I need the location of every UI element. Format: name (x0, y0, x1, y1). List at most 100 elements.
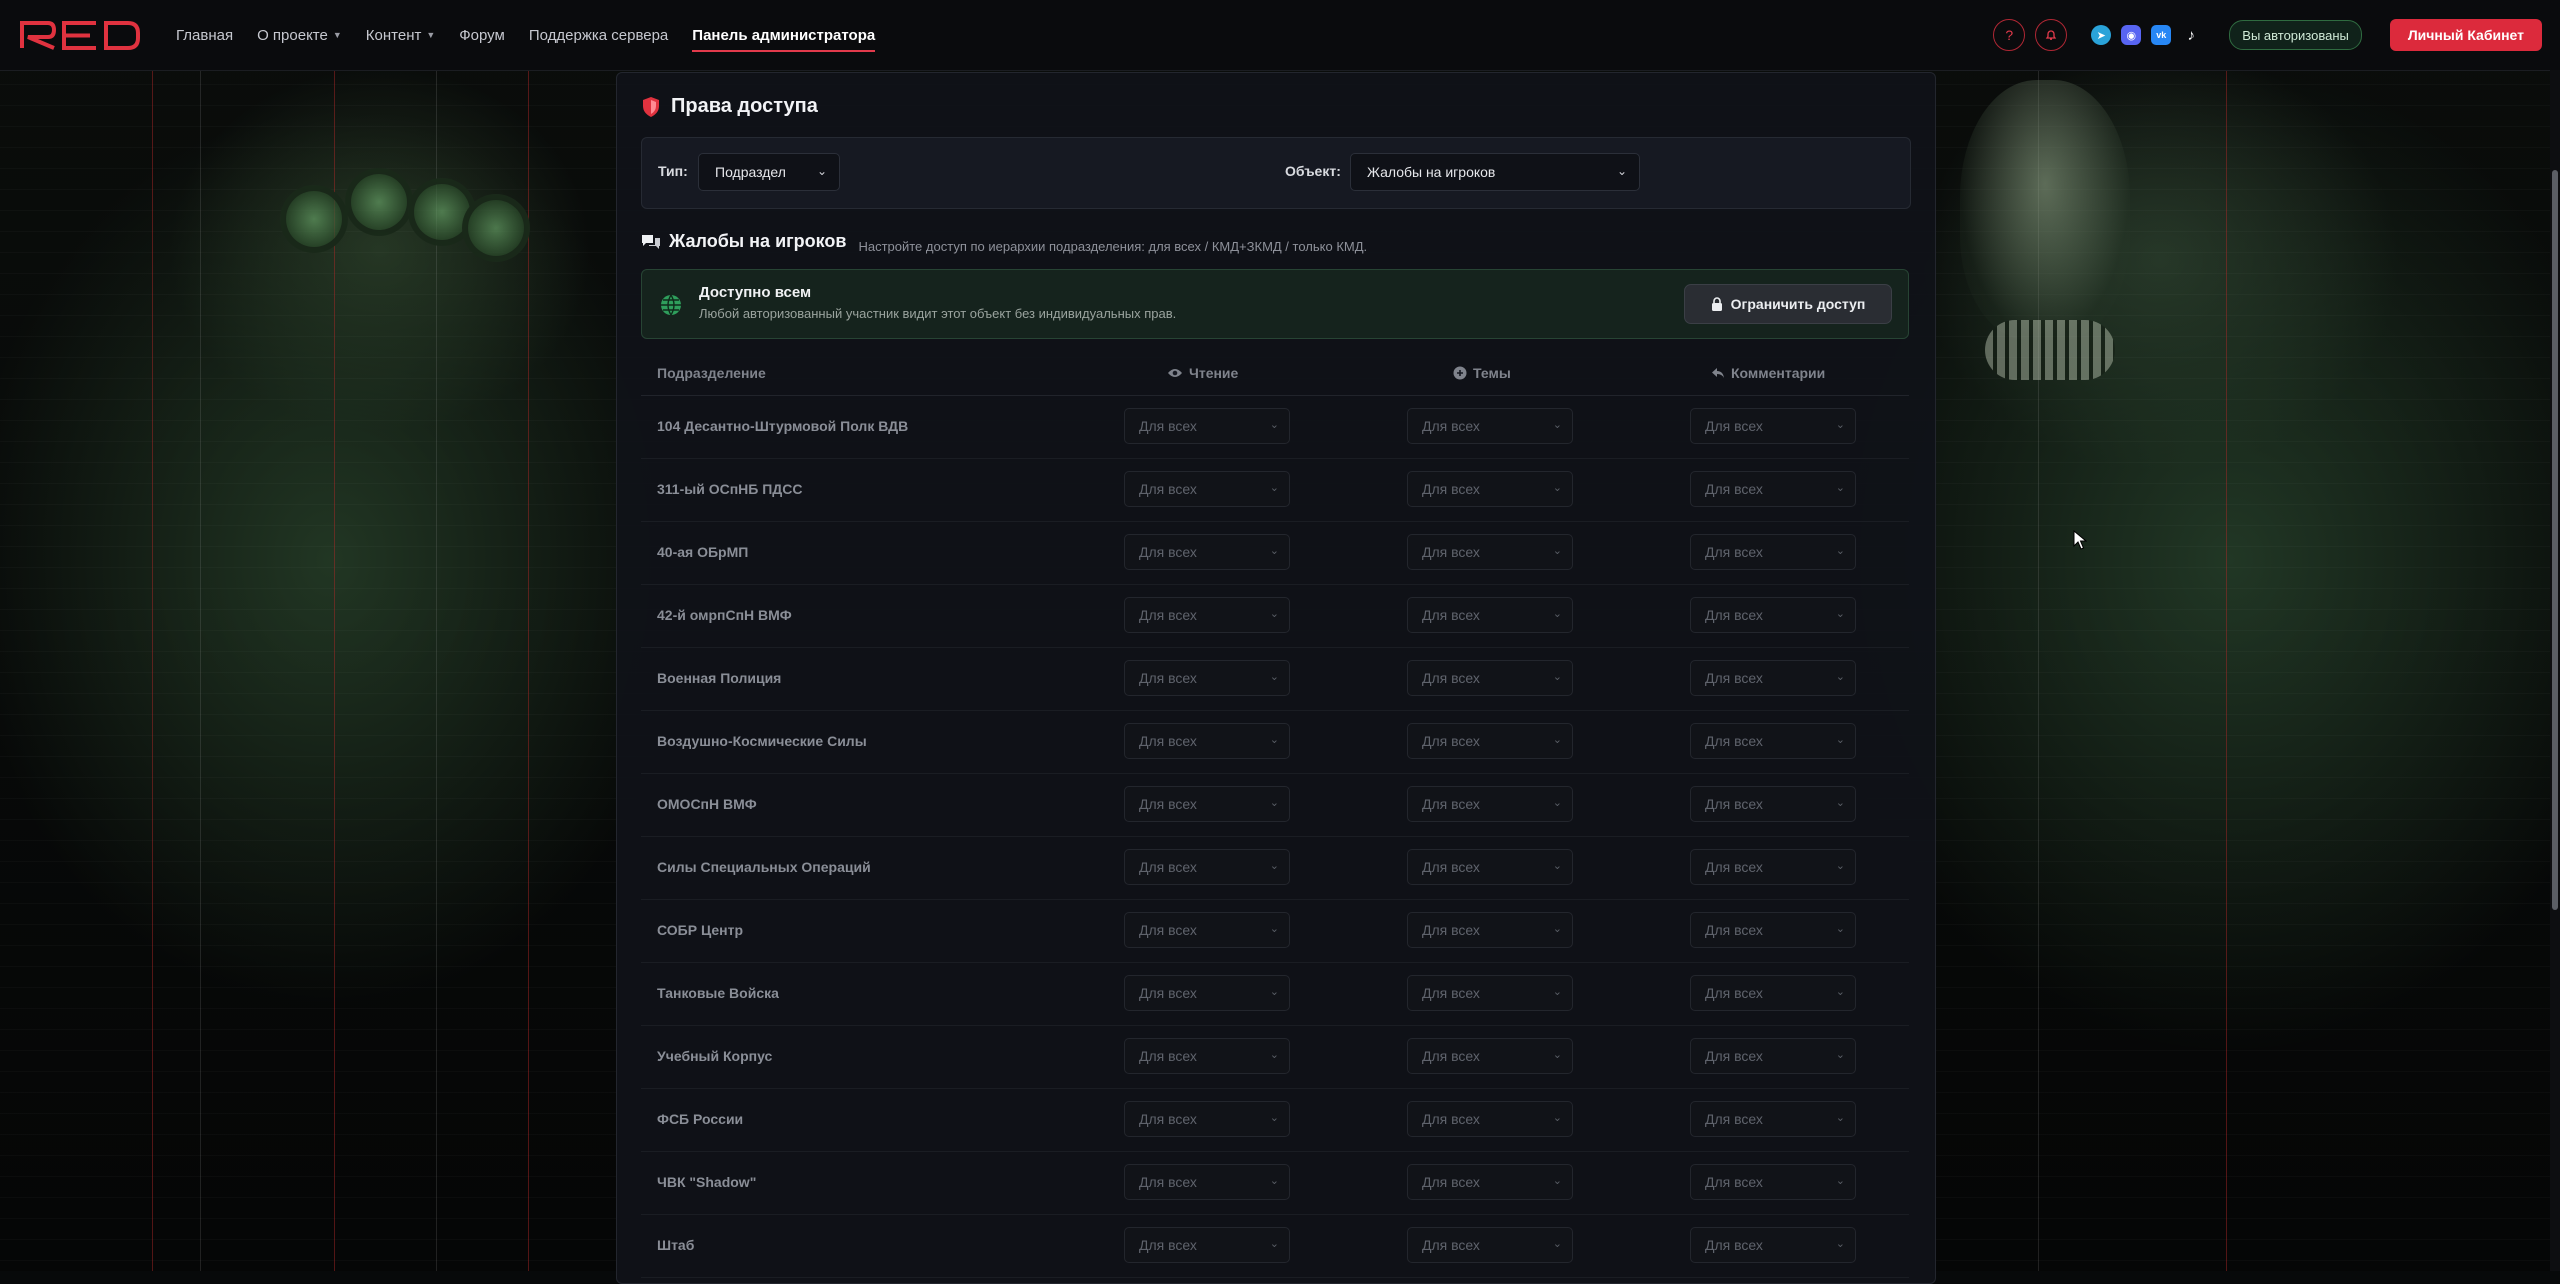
topics-access-select[interactable]: Для всех ⌄ (1407, 660, 1573, 696)
chevron-down-icon: ⌄ (1552, 608, 1562, 620)
globe-icon (661, 294, 681, 316)
page-scrollbar[interactable] (2550, 70, 2560, 1271)
chevron-down-icon: ⌄ (1835, 1049, 1845, 1061)
read-access-select[interactable]: Для всех ⌄ (1124, 597, 1290, 633)
comments-access-select[interactable]: Для всех ⌄ (1690, 1227, 1856, 1263)
bell-icon[interactable] (2035, 19, 2068, 51)
division-name: Воздушно-Космические Силы (657, 733, 867, 749)
select-value: Для всех (1139, 859, 1197, 875)
chevron-down-icon: ⌄ (1269, 608, 1279, 620)
chevron-down-icon: ⌄ (1552, 986, 1562, 998)
chevron-down-icon: ⌄ (1835, 986, 1845, 998)
comments-access-select[interactable]: Для всех ⌄ (1690, 975, 1856, 1011)
topics-access-select[interactable]: Для всех ⌄ (1407, 975, 1573, 1011)
read-access-select[interactable]: Для всех ⌄ (1124, 408, 1290, 444)
division-name: ФСБ России (657, 1111, 744, 1127)
read-access-select[interactable]: Для всех ⌄ (1124, 786, 1290, 822)
comments-access-select[interactable]: Для всех ⌄ (1690, 723, 1856, 759)
read-access-select[interactable]: Для всех ⌄ (1124, 1038, 1290, 1074)
personal-cabinet-button[interactable]: Личный Кабинет (2389, 19, 2542, 51)
table-row: Воздушно-Космические Силы Для всех ⌄ Для вс… (641, 711, 1909, 774)
read-access-select[interactable]: Для всех ⌄ (1124, 723, 1290, 759)
read-access-select[interactable]: Для всех ⌄ (1124, 1164, 1290, 1200)
select-value: Для всех (1139, 922, 1197, 938)
permissions-table: Подразделение Чтение Темы Комментарии 10… (641, 351, 1909, 1278)
type-select[interactable]: Подраздел ⌄ (698, 153, 840, 191)
chevron-down-icon: ⌄ (1269, 986, 1279, 998)
telegram-icon[interactable]: ➤ (2091, 25, 2112, 45)
topics-access-select[interactable]: Для всех ⌄ (1407, 723, 1573, 759)
col-division-label: Подразделение (657, 365, 766, 381)
comments-access-select[interactable]: Для всех ⌄ (1690, 1038, 1856, 1074)
object-select[interactable]: Жалобы на игроков ⌄ (1350, 153, 1640, 191)
tiktok-icon[interactable]: ♪ (2181, 25, 2201, 45)
select-value: Для всех (1139, 418, 1197, 434)
topics-access-select[interactable]: Для всех ⌄ (1407, 849, 1573, 885)
read-access-select[interactable]: Для всех ⌄ (1124, 660, 1290, 696)
caret-down-icon: ▼ (426, 30, 436, 40)
comments-access-select[interactable]: Для всех ⌄ (1690, 912, 1856, 948)
nav-link-support[interactable]: Поддержка сервера (529, 0, 668, 70)
chevron-down-icon: ⌄ (1552, 482, 1562, 494)
comments-access-select[interactable]: Для всех ⌄ (1690, 1101, 1856, 1137)
read-access-select[interactable]: Для всех ⌄ (1124, 975, 1290, 1011)
comments-access-select[interactable]: Для всех ⌄ (1690, 1164, 1856, 1200)
select-value: Для всех (1139, 796, 1197, 812)
chevron-down-icon: ⌄ (1552, 545, 1562, 557)
topics-access-select[interactable]: Для всех ⌄ (1407, 534, 1573, 570)
help-icon[interactable]: ? (1993, 19, 2026, 51)
topics-access-select[interactable]: Для всех ⌄ (1407, 1164, 1573, 1200)
division-name: Учебный Корпус (657, 1048, 773, 1064)
top-navbar: Главная О проекте ▼ Контент ▼ Форум Поддер… (0, 0, 2560, 71)
section-title-text: Жалобы на игроков (669, 231, 847, 251)
bg-line (200, 70, 201, 1271)
topics-access-select[interactable]: Для всех ⌄ (1407, 408, 1573, 444)
read-access-select[interactable]: Для всех ⌄ (1124, 1101, 1290, 1137)
skull-shape (1960, 80, 2130, 340)
topics-access-select[interactable]: Для всех ⌄ (1407, 471, 1573, 507)
comments-access-select[interactable]: Для всех ⌄ (1690, 660, 1856, 696)
comments-access-select[interactable]: Для всех ⌄ (1690, 849, 1856, 885)
comments-access-select[interactable]: Для всех ⌄ (1690, 408, 1856, 444)
read-access-select[interactable]: Для всех ⌄ (1124, 534, 1290, 570)
read-access-select[interactable]: Для всех ⌄ (1124, 1227, 1290, 1263)
nav-link-admin-panel[interactable]: Панель администратора (692, 0, 875, 70)
nav-link-forum[interactable]: Форум (459, 0, 505, 70)
topics-access-select[interactable]: Для всех ⌄ (1407, 912, 1573, 948)
select-value: Для всех (1422, 544, 1480, 560)
filters-bar: Тип: Подраздел ⌄ Объект: Жалобы на игрок… (641, 137, 1911, 209)
topics-access-select[interactable]: Для всех ⌄ (1407, 1227, 1573, 1263)
chevron-down-icon: ⌄ (1269, 419, 1279, 431)
nav-link-about[interactable]: О проекте ▼ (257, 0, 342, 70)
scrollbar-thumb[interactable] (2552, 170, 2558, 910)
vk-icon[interactable]: vk (2151, 25, 2172, 45)
restrict-access-button[interactable]: Ограничить доступ (1684, 284, 1892, 324)
select-value: Для всех (1422, 418, 1480, 434)
topics-access-select[interactable]: Для всех ⌄ (1407, 597, 1573, 633)
select-value: Для всех (1422, 481, 1480, 497)
section-subtitle: Настройте доступ по иерархии подразделен… (858, 238, 1368, 254)
table-row: 104 Десантно-Штурмовой Полк ВДВ Для всех ⌄… (641, 396, 1909, 459)
read-access-select[interactable]: Для всех ⌄ (1124, 849, 1290, 885)
select-value: Для всех (1422, 985, 1480, 1001)
comments-access-select[interactable]: Для всех ⌄ (1690, 534, 1856, 570)
comments-access-select[interactable]: Для всех ⌄ (1690, 471, 1856, 507)
topics-access-select[interactable]: Для всех ⌄ (1407, 1101, 1573, 1137)
read-access-select[interactable]: Для всех ⌄ (1124, 912, 1290, 948)
topics-access-select[interactable]: Для всех ⌄ (1407, 786, 1573, 822)
topics-access-select[interactable]: Для всех ⌄ (1407, 1038, 1573, 1074)
select-value: Для всех (1705, 481, 1763, 497)
division-name: ОМОСпН ВМФ (657, 796, 757, 812)
nav-link-home[interactable]: Главная (176, 0, 233, 70)
table-row: Силы Специальных Операций Для всех ⌄ Для вс… (641, 837, 1909, 900)
chevron-down-icon: ⌄ (1269, 482, 1279, 494)
red-logo[interactable] (18, 18, 142, 52)
nav-link-content[interactable]: Контент ▼ (366, 0, 435, 70)
type-label: Тип: (658, 163, 688, 179)
discord-icon[interactable]: ◉ (2121, 25, 2142, 45)
lock-icon (1711, 297, 1722, 311)
comments-access-select[interactable]: Для всех ⌄ (1690, 597, 1856, 633)
read-access-select[interactable]: Для всех ⌄ (1124, 471, 1290, 507)
table-row: 311-ый ОСпНБ ПДСС Для всех ⌄ Для всех ⌄ Для в… (641, 459, 1909, 522)
comments-access-select[interactable]: Для всех ⌄ (1690, 786, 1856, 822)
